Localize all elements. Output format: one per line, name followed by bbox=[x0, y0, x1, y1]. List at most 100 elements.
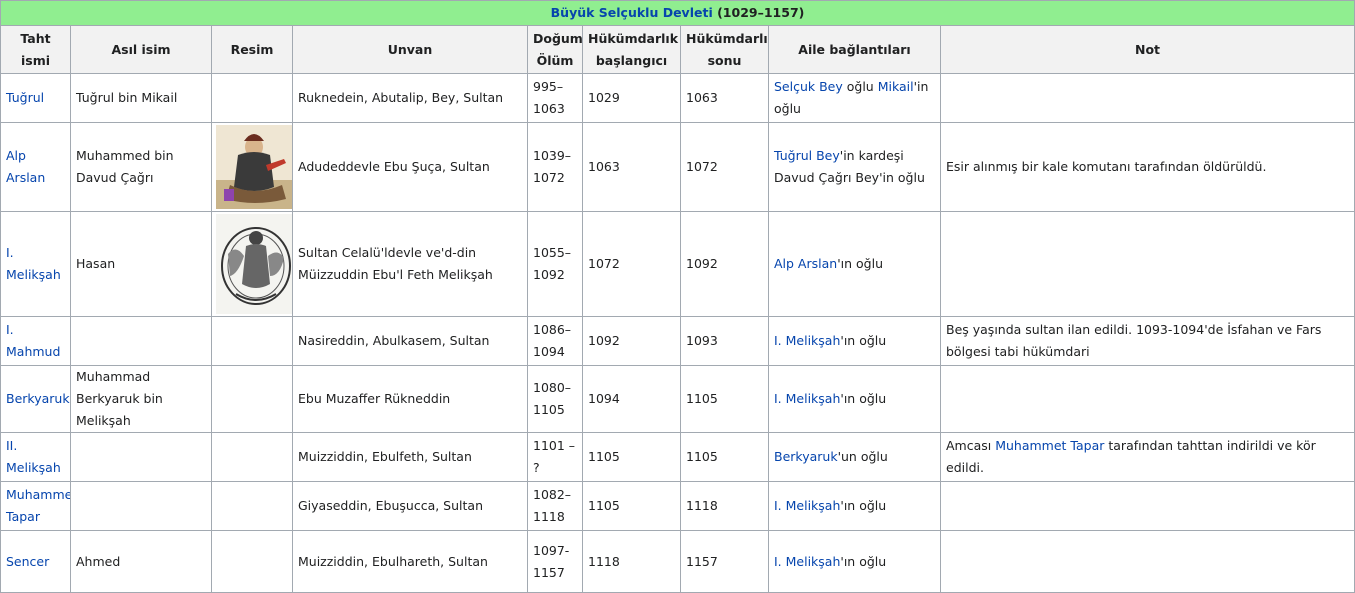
cell-unvan: Ruknedein, Abutalip, Bey, Sultan bbox=[292, 73, 528, 123]
ruler-link[interactable]: Sencer bbox=[6, 554, 49, 569]
cell-son: 1093 bbox=[680, 316, 769, 366]
ruler-link[interactable]: I. Melikşah bbox=[6, 245, 61, 282]
header-taht: Taht ismi bbox=[0, 25, 71, 74]
original-name: Muhammed bin Davud Çağrı bbox=[76, 148, 174, 185]
reign-start: 1063 bbox=[588, 159, 620, 174]
cell-dogum: 995–1063 bbox=[527, 73, 583, 123]
table-row: Muhammet Tapar Giyaseddin, Ebuşucca, Sult… bbox=[0, 481, 1355, 531]
birth-death: 1097-1157 bbox=[533, 542, 570, 580]
reign-start: 1029 bbox=[588, 90, 620, 105]
birth-death: 1039–1072 bbox=[533, 148, 572, 185]
header-son: Hükümdarlık sonu bbox=[680, 25, 769, 74]
family-text: oğlu bbox=[842, 79, 878, 94]
cell-dogum: 1086–1094 bbox=[527, 316, 583, 366]
birth-death: 995–1063 bbox=[533, 79, 565, 116]
cell-resim bbox=[211, 365, 293, 433]
ruler-link[interactable]: Tuğrul bbox=[6, 90, 44, 105]
caption-years: (1029–1157) bbox=[717, 5, 805, 20]
cell-taht: Sencer bbox=[0, 530, 71, 593]
cell-aile: Selçuk Bey oğlu Mikail'in oğlu bbox=[768, 73, 941, 123]
title-text: Nasireddin, Abulkasem, Sultan bbox=[298, 333, 490, 348]
header-not: Not bbox=[940, 25, 1355, 74]
cell-resim bbox=[211, 122, 293, 212]
table-row: II. Melikşah Muizziddin, Ebulfeth, Sultan… bbox=[0, 432, 1355, 482]
birth-death: 1086–1094 bbox=[533, 322, 572, 359]
title-text: Giyaseddin, Ebuşucca, Sultan bbox=[298, 498, 483, 513]
portrait-image-melikshah[interactable] bbox=[216, 214, 293, 314]
cell-not: Beş yaşında sultan ilan edildi. 1093-109… bbox=[940, 316, 1355, 366]
title-text: Ruknedein, Abutalip, Bey, Sultan bbox=[298, 90, 504, 105]
cell-unvan: Nasireddin, Abulkasem, Sultan bbox=[292, 316, 528, 366]
original-name: Muhammad Berkyaruk bin Melikşah bbox=[76, 369, 163, 428]
cell-son: 1157 bbox=[680, 530, 769, 593]
reign-end: 1092 bbox=[686, 256, 718, 271]
title-text: Muizziddin, Ebulhareth, Sultan bbox=[298, 553, 488, 569]
caption-title-link[interactable]: Büyük Selçuklu Devleti bbox=[551, 5, 713, 20]
cell-asil: Hasan bbox=[70, 211, 212, 317]
cell-asil: Ahmed bbox=[70, 530, 212, 593]
family-text: 'ın oğlu bbox=[840, 333, 887, 348]
family-link[interactable]: Alp Arslan bbox=[774, 256, 837, 271]
cell-aile: I. Melikşah'ın oğlu bbox=[768, 530, 941, 593]
family-link[interactable]: Mikail bbox=[878, 79, 914, 94]
title-text: Muizziddin, Ebulfeth, Sultan bbox=[298, 449, 472, 464]
ruler-link[interactable]: I. Mahmud bbox=[6, 322, 60, 359]
cell-resim bbox=[211, 211, 293, 317]
header-baslangic: Hükümdarlık başlangıcı bbox=[582, 25, 681, 74]
family-link[interactable]: I. Melikşah bbox=[774, 498, 840, 513]
cell-not bbox=[940, 365, 1355, 433]
reign-start: 1094 bbox=[588, 391, 620, 406]
reign-end: 1063 bbox=[686, 90, 718, 105]
portrait-image-alp-arslan[interactable] bbox=[216, 125, 293, 209]
header-resim: Resim bbox=[211, 25, 293, 74]
family-link[interactable]: Selçuk Bey bbox=[774, 79, 843, 94]
cell-resim bbox=[211, 432, 293, 482]
reign-end: 1157 bbox=[686, 553, 718, 569]
cell-dogum: 1082–1118 bbox=[527, 481, 583, 531]
family-link[interactable]: I. Melikşah bbox=[774, 554, 840, 569]
header-asil: Asıl isim bbox=[70, 25, 212, 74]
cell-dogum: 1039–1072 bbox=[527, 122, 583, 212]
cell-not bbox=[940, 211, 1355, 317]
table-row: I. Melikşah Hasan Sultan Celalü'ldevle ve… bbox=[0, 211, 1355, 317]
note-link[interactable]: Muhammet Tapar bbox=[995, 438, 1104, 453]
title-text: Adudeddevle Ebu Şuça, Sultan bbox=[298, 159, 490, 174]
reign-start: 1092 bbox=[588, 333, 620, 348]
note-text: Esir alınmış bir kale komutanı tarafında… bbox=[946, 159, 1267, 174]
table-row: Alp Arslan Muhammed bin Davud Çağrı Adude… bbox=[0, 122, 1355, 212]
ruler-link[interactable]: II. Melikşah bbox=[6, 438, 61, 475]
cell-dogum: 1097-1157 bbox=[527, 530, 583, 593]
original-name: Tuğrul bin Mikail bbox=[76, 90, 178, 105]
reign-end: 1105 bbox=[686, 449, 718, 464]
cell-taht: II. Melikşah bbox=[0, 432, 71, 482]
reign-start: 1072 bbox=[588, 256, 620, 271]
cell-taht: Berkyaruk bbox=[0, 365, 71, 433]
reign-end: 1118 bbox=[686, 498, 718, 513]
ruler-link[interactable]: Berkyaruk bbox=[6, 391, 70, 406]
cell-aile: I. Melikşah'ın oğlu bbox=[768, 365, 941, 433]
cell-aile: I. Melikşah'ın oğlu bbox=[768, 316, 941, 366]
cell-dogum: 1101 – ? bbox=[527, 432, 583, 482]
cell-baslangic: 1094 bbox=[582, 365, 681, 433]
family-text: 'ın oğlu bbox=[837, 256, 883, 271]
header-dogum: Doğum-Ölüm bbox=[527, 25, 583, 74]
cell-unvan: Ebu Muzaffer Rükneddin bbox=[292, 365, 528, 433]
ruler-link[interactable]: Alp Arslan bbox=[6, 148, 45, 185]
cell-taht: Alp Arslan bbox=[0, 122, 71, 212]
family-link[interactable]: Tuğrul Bey bbox=[774, 148, 840, 163]
cell-son: 1105 bbox=[680, 432, 769, 482]
family-link[interactable]: I. Melikşah bbox=[774, 333, 840, 348]
cell-baslangic: 1092 bbox=[582, 316, 681, 366]
cell-son: 1072 bbox=[680, 122, 769, 212]
ruler-link[interactable]: Muhammet Tapar bbox=[6, 487, 70, 524]
cell-baslangic: 1072 bbox=[582, 211, 681, 317]
cell-not bbox=[940, 530, 1355, 593]
cell-aile: I. Melikşah'ın oğlu bbox=[768, 481, 941, 531]
family-link[interactable]: Berkyaruk bbox=[774, 449, 838, 464]
reign-end: 1093 bbox=[686, 333, 718, 348]
family-link[interactable]: I. Melikşah bbox=[774, 391, 840, 406]
cell-unvan: Adudeddevle Ebu Şuça, Sultan bbox=[292, 122, 528, 212]
cell-unvan: Giyaseddin, Ebuşucca, Sultan bbox=[292, 481, 528, 531]
cell-baslangic: 1118 bbox=[582, 530, 681, 593]
birth-death: 1101 – ? bbox=[533, 438, 576, 475]
